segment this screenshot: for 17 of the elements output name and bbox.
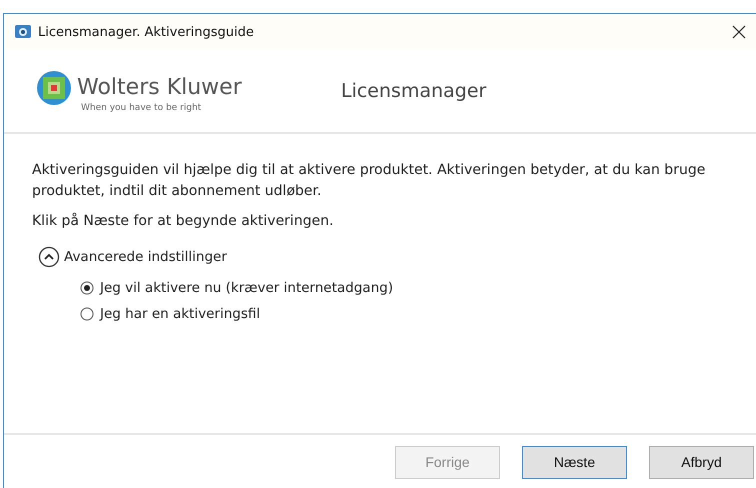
- intro-text: Aktiveringsguiden vil hjælpe dig til at aktivere produktet. Aktiveringen betyder, at du kan bruge produktet, indtil dit abonnement udløber.: [32, 161, 706, 201]
- brand-name: Wolters Kluwer: [77, 75, 242, 100]
- window-title: Licensmanager. Aktiveringsguide: [38, 24, 255, 40]
- hint-text: Klik på Næste for at begynde aktiveringen.: [32, 213, 335, 229]
- radio-button[interactable]: [80, 281, 94, 295]
- globe-logo-icon: [36, 70, 72, 106]
- app-icon: [14, 23, 32, 41]
- radio-label[interactable]: Jeg har en aktiveringsfil: [100, 306, 260, 322]
- radio-button[interactable]: [80, 307, 94, 321]
- close-icon[interactable]: [732, 25, 746, 39]
- header-title: Licensmanager: [341, 80, 486, 102]
- collapse-chevron-icon[interactable]: [38, 246, 60, 268]
- radio-label[interactable]: Jeg vil aktivere nu (kræver internetadgang): [100, 280, 394, 296]
- dialog-button[interactable]: Næste: [522, 446, 627, 478]
- brand-tagline: When you have to be right: [81, 102, 202, 112]
- advanced-settings-toggle[interactable]: Avancerede indstillinger: [64, 249, 227, 265]
- dialog-button[interactable]: Afbryd: [649, 446, 754, 478]
